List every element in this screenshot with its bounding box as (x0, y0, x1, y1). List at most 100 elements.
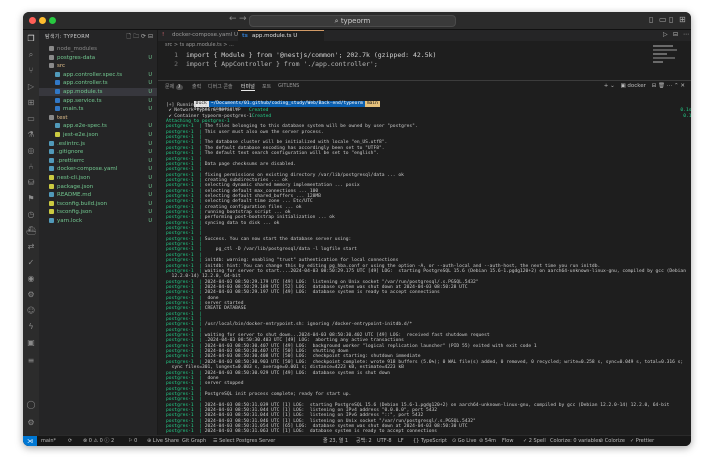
status-item[interactable]: main* (41, 437, 56, 446)
manage-gear-icon[interactable]: ⚙ (26, 418, 36, 428)
status-item[interactable]: ⊗ 0 ⚠ 0 ⓘ 2 (83, 437, 114, 446)
status-item[interactable]: 줄 23, 열 1 (323, 437, 348, 446)
account-icon[interactable]: ◯ (26, 400, 36, 410)
back-arrow-icon[interactable]: ← (229, 14, 237, 24)
maximize-window-button[interactable] (49, 17, 56, 24)
code-line-1[interactable]: 1 import { Module } from '@nestjs/common'… (158, 51, 436, 59)
tree-item[interactable]: tsconfig.build.json U (39, 200, 157, 208)
status-item[interactable]: ⊕ Live Share (147, 437, 179, 446)
status-item[interactable]: Git Graph (182, 437, 206, 446)
breadcrumb[interactable]: src > ts app.module.ts > ... (165, 42, 234, 48)
source-control-icon[interactable]: ⑂ (26, 66, 36, 76)
status-item[interactable]: ⊘ Colorize (599, 437, 625, 446)
checklist-icon[interactable]: ✓ (26, 258, 36, 268)
database-icon[interactable]: ⛁ (26, 178, 36, 188)
new-folder-icon[interactable]: 🗀 (133, 33, 139, 40)
tree-item[interactable]: yarn.lock U (39, 217, 157, 225)
timeline-icon[interactable]: ◷ (26, 210, 36, 220)
status-item[interactable]: 공백: 2 (356, 437, 372, 446)
status-item[interactable]: Colorize: 0 variables (550, 437, 601, 446)
refresh-icon[interactable]: ⟳ (141, 33, 146, 40)
tab-terminal[interactable]: 터미널 (241, 83, 255, 91)
status-item[interactable]: ⚐ 0 (128, 437, 137, 446)
toggle-panel-icon[interactable]: ▭ (659, 15, 667, 24)
command-center-search[interactable]: ⌕ typeorm (249, 15, 456, 27)
run-icon[interactable]: ▷ (663, 31, 668, 38)
status-item[interactable]: ⟳ (68, 437, 72, 446)
tree-item[interactable]: .prettierrc U (39, 157, 157, 165)
tree-item[interactable]: app.controller.spec.ts U (39, 71, 157, 79)
kill-terminal-icon[interactable]: 🗑 (658, 83, 665, 89)
code-line-2[interactable]: 2 import { AppController } from './app.co… (158, 60, 378, 68)
tree-item[interactable]: .eslintrc.js U (39, 140, 157, 148)
github-icon[interactable]: ◉ (26, 274, 36, 284)
collapse-all-icon[interactable]: ⊟ (148, 33, 153, 40)
tab-app-module[interactable]: ts app.module.ts U (238, 30, 324, 42)
tree-item[interactable]: node_modules (39, 45, 157, 53)
more-icon[interactable]: ⋯ (667, 83, 673, 89)
tree-item[interactable]: nest-cli.json U (39, 174, 157, 182)
tree-item[interactable]: main.ts U (39, 105, 157, 113)
close-panel-icon[interactable]: ✕ (680, 83, 685, 89)
tree-item[interactable]: jest-e2e.json U (39, 131, 157, 139)
new-file-icon[interactable]: 🗋 (126, 33, 131, 40)
tree-item[interactable]: .gitignore U (39, 148, 157, 156)
tree-item[interactable]: app.controller.ts U (39, 79, 157, 87)
tree-item[interactable]: package.json U (39, 183, 157, 191)
tree-item[interactable]: README.md U (39, 191, 157, 199)
remote-indicator-icon[interactable]: ⋊ (23, 436, 37, 446)
close-window-button[interactable] (29, 17, 36, 24)
tree-item[interactable]: app.e2e-spec.ts U (39, 122, 157, 130)
forward-arrow-icon[interactable]: → (239, 14, 247, 24)
tree-item[interactable]: app.module.ts U (39, 88, 157, 96)
status-item[interactable]: ⊙ Go Live (452, 437, 477, 446)
minimize-window-button[interactable] (39, 17, 46, 24)
bookmark-icon[interactable]: ⚑ (26, 194, 36, 204)
tree-item[interactable]: test (39, 114, 157, 122)
status-item[interactable]: ✓ 2 Spell (523, 437, 546, 446)
tree-item[interactable]: tsconfig.json U (39, 208, 157, 216)
tree-item[interactable]: postgres-data U (39, 54, 157, 62)
maximize-panel-icon[interactable]: ⌃ (674, 83, 679, 89)
more-actions-icon[interactable]: ⋯ (683, 31, 689, 38)
split-terminal-icon[interactable]: ⊟ (652, 83, 657, 89)
copilot-icon[interactable]: ☺ (26, 306, 36, 316)
terminal-name[interactable]: ▣ docker (620, 83, 645, 89)
tab-gitlens[interactable]: GITLENS (278, 83, 299, 89)
prettier-icon[interactable]: ≡ (26, 356, 36, 366)
status-item[interactable]: ☰ Select Postgres Server (213, 437, 275, 446)
thunder-client-icon[interactable]: ϟ (26, 322, 36, 332)
toggle-sidebar-icon[interactable]: ▯ (649, 15, 653, 24)
git-graph-icon[interactable]: ⑃ (26, 162, 36, 172)
customize-layout-icon[interactable]: ⊞ (679, 15, 686, 24)
new-terminal-icon[interactable]: + (604, 83, 609, 89)
extensions-icon[interactable]: ⊞ (26, 98, 36, 108)
terminal-dropdown-icon[interactable]: ⌄ (610, 83, 615, 89)
tree-item[interactable]: src (39, 62, 157, 70)
toggle-secondary-sidebar-icon[interactable]: ▯ (669, 15, 673, 24)
terminal-output[interactable]: Duck ~/Documents/01.github/coding_study/W… (158, 94, 691, 434)
tab-debug-console[interactable]: 디버그 콘솔 (208, 83, 233, 90)
minimap[interactable] (653, 43, 679, 73)
tree-item[interactable]: docker-compose.yaml U (39, 165, 157, 173)
search-icon[interactable]: ⌕ (26, 50, 36, 60)
tree-item[interactable]: app.service.ts U (39, 97, 157, 105)
status-item[interactable]: {} TypeScript (413, 437, 447, 446)
tab-output[interactable]: 출력 (192, 83, 201, 90)
status-item[interactable]: ✓ Prettier (630, 437, 654, 446)
tab-docker-compose[interactable]: ! docker-compose.yaml U (158, 30, 250, 41)
terminal-view-icon[interactable]: ▣ (26, 338, 36, 348)
explorer-icon[interactable]: ❐ (26, 34, 36, 44)
status-item[interactable]: ⊘ 54m (479, 437, 496, 446)
live-share-icon[interactable]: ⇄ (26, 242, 36, 252)
gitlens-icon[interactable]: ◎ (26, 146, 36, 156)
status-item[interactable]: LF (398, 437, 404, 446)
docker-icon[interactable]: ⛴ (26, 226, 36, 236)
status-item[interactable]: Flow (502, 437, 513, 446)
status-item[interactable]: UTF-8 (377, 437, 392, 446)
remote-explorer-icon[interactable]: ▭ (26, 114, 36, 124)
remote-icon[interactable]: ⚙ (26, 290, 36, 300)
split-editor-icon[interactable]: ⊟ (673, 31, 678, 38)
tab-problems[interactable]: 문제 7 (165, 83, 183, 90)
tab-ports[interactable]: 포트 (262, 83, 271, 90)
